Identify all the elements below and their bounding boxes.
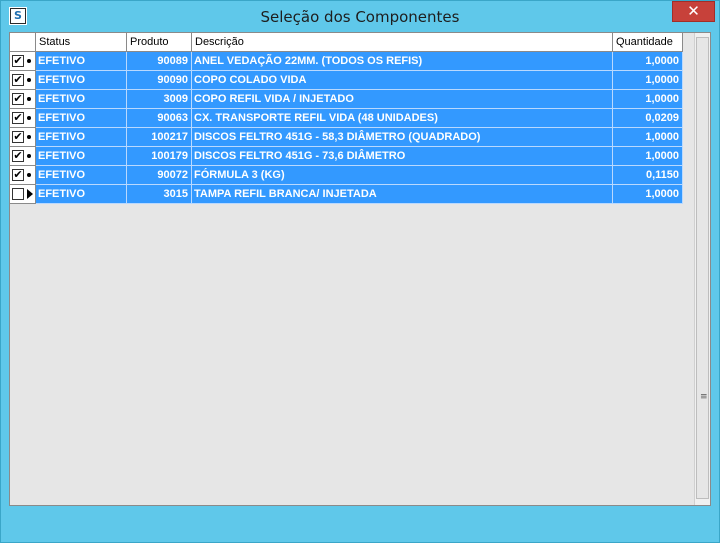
row-marker-icon: [27, 59, 31, 63]
vertical-scrollbar[interactable]: ≡: [694, 33, 710, 505]
row-marker-icon: [27, 97, 31, 101]
cell-status[interactable]: EFETIVO: [36, 52, 127, 71]
column-header-status[interactable]: Status: [36, 33, 127, 52]
row-indicator[interactable]: ✔: [10, 109, 36, 128]
dialog-window: S Seleção dos Componentes ✕ Status Produ…: [0, 0, 720, 543]
row-marker-icon: [27, 173, 31, 177]
row-indicator[interactable]: ✔: [10, 128, 36, 147]
scrollbar-grip-icon: ≡: [700, 392, 708, 402]
table-row[interactable]: ✔ EFETIVO 3009 COPO REFIL VIDA / INJETADO 1,…: [10, 90, 683, 109]
current-row-arrow-icon: [27, 189, 33, 199]
client-area: Status Produto Descrição Quantidade ✔ EFE…: [9, 32, 711, 506]
row-checkbox[interactable]: ✔: [12, 112, 24, 124]
cell-produto[interactable]: 100217: [127, 128, 192, 147]
cell-produto[interactable]: 90090: [127, 71, 192, 90]
cell-produto[interactable]: 90072: [127, 166, 192, 185]
row-checkbox[interactable]: ✔: [12, 74, 24, 86]
table-row[interactable]: ✔ EFETIVO 90072 FÓRMULA 3 (KG) 0,1150: [10, 166, 683, 185]
row-indicator[interactable]: ✔: [10, 147, 36, 166]
cell-produto[interactable]: 3009: [127, 90, 192, 109]
cell-descricao[interactable]: ANEL VEDAÇÃO 22MM. (TODOS OS REFIS): [192, 52, 613, 71]
column-header-quantidade[interactable]: Quantidade: [613, 33, 683, 52]
indicator-column-header: [10, 33, 36, 52]
cell-status[interactable]: EFETIVO: [36, 185, 127, 204]
cell-descricao[interactable]: FÓRMULA 3 (KG): [192, 166, 613, 185]
row-indicator[interactable]: ✔: [10, 71, 36, 90]
cell-quantidade[interactable]: 0,1150: [613, 166, 683, 185]
row-marker-icon: [27, 135, 31, 139]
cell-descricao[interactable]: DISCOS FELTRO 451G - 73,6 DIÂMETRO: [192, 147, 613, 166]
column-header-produto[interactable]: Produto: [127, 33, 192, 52]
row-checkbox[interactable]: ✔: [12, 93, 24, 105]
scrollbar-thumb[interactable]: ≡: [696, 37, 709, 499]
cell-quantidade[interactable]: 1,0000: [613, 90, 683, 109]
row-checkbox[interactable]: ✔: [12, 131, 24, 143]
row-indicator[interactable]: ✔: [10, 90, 36, 109]
cell-quantidade[interactable]: 1,0000: [613, 185, 683, 204]
row-checkbox[interactable]: [12, 188, 24, 200]
table-row[interactable]: ✔ EFETIVO 90090 COPO COLADO VIDA 1,0000: [10, 71, 683, 90]
cell-status[interactable]: EFETIVO: [36, 71, 127, 90]
table-row[interactable]: ✔ EFETIVO 100179 DISCOS FELTRO 451G - 73,6 …: [10, 147, 683, 166]
cell-descricao[interactable]: DISCOS FELTRO 451G - 58,3 DIÂMETRO (QUAD…: [192, 128, 613, 147]
column-header-descricao[interactable]: Descrição: [192, 33, 613, 52]
row-checkbox[interactable]: ✔: [12, 55, 24, 67]
cell-produto[interactable]: 100179: [127, 147, 192, 166]
cell-descricao[interactable]: TAMPA REFIL BRANCA/ INJETADA: [192, 185, 613, 204]
table-row[interactable]: ✔ EFETIVO 90063 CX. TRANSPORTE REFIL VIDA (…: [10, 109, 683, 128]
cell-quantidade[interactable]: 1,0000: [613, 71, 683, 90]
cell-status[interactable]: EFETIVO: [36, 147, 127, 166]
table-row[interactable]: ✔ EFETIVO 100217 DISCOS FELTRO 451G - 58,3 …: [10, 128, 683, 147]
cell-quantidade[interactable]: 1,0000: [613, 128, 683, 147]
table-row[interactable]: ✔ EFETIVO 90089 ANEL VEDAÇÃO 22MM. (TODOS O…: [10, 52, 683, 71]
cell-descricao[interactable]: COPO COLADO VIDA: [192, 71, 613, 90]
close-button[interactable]: ✕: [672, 1, 715, 22]
row-checkbox[interactable]: ✔: [12, 150, 24, 162]
cell-quantidade[interactable]: 1,0000: [613, 52, 683, 71]
cell-quantidade[interactable]: 0,0209: [613, 109, 683, 128]
cell-produto[interactable]: 90089: [127, 52, 192, 71]
cell-descricao[interactable]: CX. TRANSPORTE REFIL VIDA (48 UNIDADES): [192, 109, 613, 128]
row-marker-icon: [27, 116, 31, 120]
row-indicator[interactable]: ✔: [10, 166, 36, 185]
title-bar[interactable]: S Seleção dos Componentes ✕: [1, 1, 719, 32]
cell-status[interactable]: EFETIVO: [36, 109, 127, 128]
cell-produto[interactable]: 90063: [127, 109, 192, 128]
table-row[interactable]: EFETIVO 3015 TAMPA REFIL BRANCA/ INJETADA 1…: [10, 185, 683, 204]
row-marker-icon: [27, 78, 31, 82]
cell-status[interactable]: EFETIVO: [36, 166, 127, 185]
cell-status[interactable]: EFETIVO: [36, 90, 127, 109]
components-grid: Status Produto Descrição Quantidade ✔ EFE…: [10, 33, 694, 505]
row-checkbox[interactable]: ✔: [12, 169, 24, 181]
row-indicator[interactable]: ✔: [10, 52, 36, 71]
cell-descricao[interactable]: COPO REFIL VIDA / INJETADO: [192, 90, 613, 109]
row-indicator[interactable]: [10, 185, 36, 204]
cell-quantidade[interactable]: 1,0000: [613, 147, 683, 166]
cell-produto[interactable]: 3015: [127, 185, 192, 204]
row-marker-icon: [27, 154, 31, 158]
window-title: Seleção dos Componentes: [260, 8, 460, 26]
cell-status[interactable]: EFETIVO: [36, 128, 127, 147]
